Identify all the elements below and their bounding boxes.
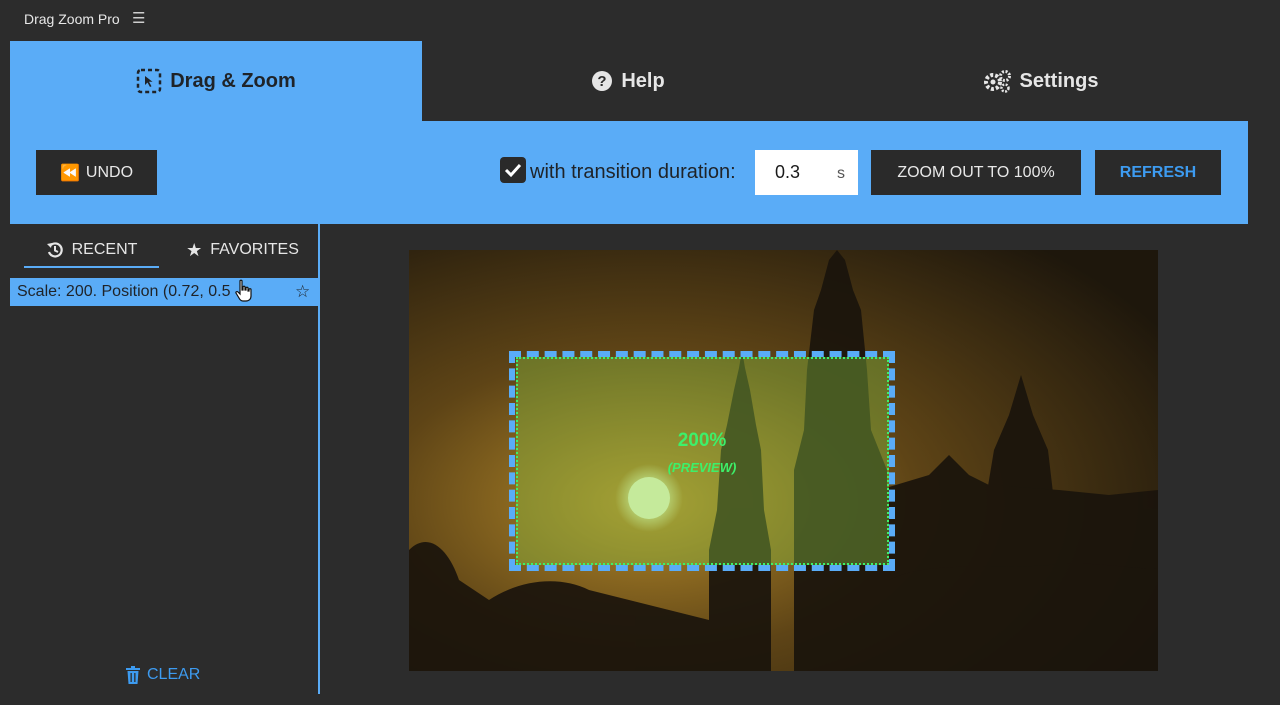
zoom-out-button[interactable]: ZOOM OUT TO 100%	[871, 150, 1081, 195]
tab-recent-label: RECENT	[71, 241, 138, 258]
gears-icon	[983, 70, 1011, 93]
trash-icon	[126, 666, 140, 684]
drag-select-icon	[136, 68, 162, 94]
tab-help-label: Help	[621, 69, 665, 92]
tab-settings[interactable]: Settings	[834, 41, 1246, 121]
svg-text:?: ?	[598, 73, 607, 90]
zoom-preview-label: (PREVIEW)	[667, 460, 737, 475]
duration-unit: s	[837, 165, 845, 182]
tab-settings-label: Settings	[1019, 69, 1099, 92]
title-bar	[0, 0, 1280, 40]
tab-favorites[interactable]: ★ FAVORITES	[170, 234, 315, 266]
tab-drag-zoom-label: Drag & Zoom	[170, 69, 296, 92]
hand-cursor-icon	[235, 279, 252, 302]
star-outline-icon[interactable]: ☆	[295, 282, 310, 302]
hamburger-menu-icon[interactable]: ☰	[132, 9, 145, 27]
tab-recent[interactable]: RECENT	[24, 234, 159, 268]
preview-image[interactable]: 200% (PREVIEW)	[409, 250, 1158, 671]
zoom-scale-label: 200%	[677, 430, 727, 451]
undo-label: UNDO	[85, 163, 134, 181]
tab-favorites-label: FAVORITES	[210, 241, 299, 258]
transition-label: with transition duration:	[530, 161, 736, 183]
transition-checkbox[interactable]	[500, 157, 526, 183]
duration-input[interactable]: 0.3 s	[755, 150, 858, 195]
tab-drag-zoom[interactable]: Drag & Zoom	[10, 41, 422, 121]
app-title: Drag Zoom Pro	[24, 11, 120, 27]
history-item-text: Scale: 200. Position (0.72, 0.5	[17, 283, 231, 300]
duration-value: 0.3	[775, 162, 801, 182]
help-circle-icon: ?	[592, 71, 613, 91]
toolbar-panel: ⏪ UNDO with transition duration: 0.3 s Z…	[10, 121, 1248, 224]
history-panel: RECENT ★ FAVORITES Scale: 200. Position …	[10, 224, 319, 694]
clear-label: CLEAR	[147, 666, 201, 683]
list-item[interactable]: Scale: 200. Position (0.72, 0.5 ☆	[10, 278, 319, 306]
checkmark-icon	[504, 163, 522, 178]
tab-help[interactable]: ? Help	[422, 41, 834, 121]
rewind-icon: ⏪	[59, 164, 80, 182]
zoom-label: 200% (PREVIEW)	[509, 430, 895, 475]
history-icon	[46, 242, 63, 258]
clear-button[interactable]: CLEAR	[125, 666, 200, 684]
refresh-button[interactable]: REFRESH	[1095, 150, 1221, 195]
star-icon: ★	[186, 239, 203, 260]
undo-button[interactable]: ⏪ UNDO	[36, 150, 157, 195]
panel-divider[interactable]	[318, 224, 320, 694]
